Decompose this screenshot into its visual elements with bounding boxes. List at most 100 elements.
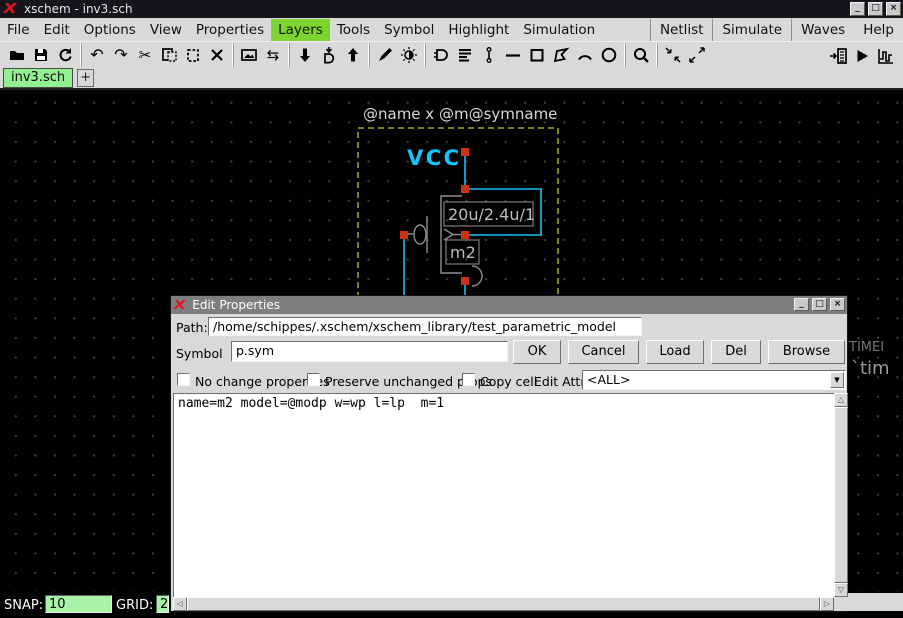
horizontal-scrollbar[interactable]: ◁ ▷ <box>173 597 834 611</box>
paste-button[interactable] <box>181 44 205 67</box>
delete-icon <box>208 46 226 64</box>
link-button[interactable] <box>477 44 501 67</box>
menubar: FileEditOptionsViewPropertiesLayersTools… <box>0 18 903 41</box>
search-button[interactable] <box>629 44 653 67</box>
vcc-net-label[interactable]: VCC <box>407 146 462 170</box>
zoom-compress-button[interactable] <box>661 44 685 67</box>
text-lines-button[interactable] <box>453 44 477 67</box>
draw-button[interactable] <box>373 44 397 67</box>
open-button[interactable] <box>5 44 29 67</box>
new-tab-button[interactable]: + <box>77 69 94 87</box>
cut-button[interactable]: ✂ <box>133 44 157 67</box>
redo-button[interactable]: ↷ <box>109 44 133 67</box>
push-down-icon <box>296 46 314 64</box>
menu-netlist[interactable]: Netlist <box>650 19 713 41</box>
symbol-down-button[interactable] <box>317 44 341 67</box>
maximize-button[interactable]: □ <box>868 2 883 16</box>
edit-attr-value: <ALL> <box>587 372 630 387</box>
wire-button[interactable] <box>501 44 525 67</box>
symbol-input[interactable]: p.sym <box>231 341 508 362</box>
symbol-label: Symbol <box>176 346 223 361</box>
play-button[interactable] <box>850 44 874 67</box>
copy-button[interactable] <box>157 44 181 67</box>
image-button[interactable] <box>237 44 261 67</box>
delete-button[interactable] <box>205 44 229 67</box>
maximize-button[interactable]: □ <box>812 298 827 311</box>
snap-input[interactable]: 10 <box>45 595 112 613</box>
minimize-button[interactable]: _ <box>794 298 809 311</box>
undo-button[interactable]: ↶ <box>85 44 109 67</box>
menu-tools[interactable]: Tools <box>330 19 377 41</box>
swap-icon: ⇆ <box>264 46 282 64</box>
close-button[interactable]: × <box>830 298 845 311</box>
del-button[interactable]: Del <box>711 340 761 364</box>
menu-view[interactable]: View <box>143 19 189 41</box>
scroll-right-icon[interactable]: ▷ <box>820 597 834 611</box>
svg-text:↶: ↶ <box>90 46 103 64</box>
component-button[interactable] <box>429 44 453 67</box>
toolbar: ↶ ↷✂ ⇆ <box>0 41 903 68</box>
grid-input[interactable]: 2 <box>156 595 169 613</box>
swap-button[interactable]: ⇆ <box>261 44 285 67</box>
waves-button[interactable] <box>874 44 898 67</box>
vertical-scrollbar[interactable]: △ ▽ <box>834 393 848 597</box>
circle-button[interactable] <box>597 44 621 67</box>
redo-icon: ↷ <box>112 46 130 64</box>
menu-simulation[interactable]: Simulation <box>516 19 602 41</box>
vertical-scroll-thumb[interactable] <box>834 407 848 583</box>
load-button[interactable]: Load <box>646 340 704 364</box>
clipped-canvas-text-upper: TIMEI <box>849 340 884 355</box>
dialog-button-row: OK Cancel Load Del Browse <box>513 340 845 364</box>
undo-icon: ↶ <box>88 46 106 64</box>
menu-symbol[interactable]: Symbol <box>377 19 441 41</box>
cancel-button[interactable]: Cancel <box>568 340 639 364</box>
dialog-titlebar[interactable]: X Edit Properties _□× <box>171 296 847 314</box>
zoom-expand-button[interactable] <box>685 44 709 67</box>
size-label[interactable]: 20u/2.4u/1 <box>448 205 535 224</box>
preserve-unchanged-props-checkbox[interactable] <box>307 373 320 386</box>
scroll-up-icon[interactable]: △ <box>834 393 848 407</box>
horizontal-scroll-thumb[interactable] <box>187 597 820 611</box>
arc-button[interactable] <box>573 44 597 67</box>
reload-button[interactable] <box>53 44 77 67</box>
menu-options[interactable]: Options <box>77 19 143 41</box>
netlist-button[interactable] <box>826 44 850 67</box>
close-button[interactable]: × <box>886 2 901 16</box>
browse-button[interactable]: Browse <box>768 340 845 364</box>
open-icon <box>8 46 26 64</box>
minimize-button[interactable]: _ <box>850 2 865 16</box>
arc-icon <box>576 46 594 64</box>
scroll-left-icon[interactable]: ◁ <box>173 597 187 611</box>
search-icon <box>632 46 650 64</box>
polygon-button[interactable] <box>549 44 573 67</box>
copy-cell-checkbox[interactable] <box>462 373 475 386</box>
instance-name-label[interactable]: m2 <box>450 243 476 262</box>
menu-waves[interactable]: Waves <box>791 19 854 41</box>
window-title: xschem - inv3.sch <box>24 2 133 16</box>
tab-inv3-sch[interactable]: inv3.sch <box>3 68 73 88</box>
menu-file[interactable]: File <box>0 19 37 41</box>
instance-title-text[interactable]: @name x @m@symname <box>363 105 557 123</box>
pop-up-button[interactable] <box>341 44 365 67</box>
menu-simulate[interactable]: Simulate <box>712 19 791 41</box>
menu-edit[interactable]: Edit <box>37 19 77 41</box>
no-change-properties-checkbox[interactable] <box>177 373 190 386</box>
zoom-expand-icon <box>688 46 706 64</box>
path-input[interactable]: /home/schippes/.xschem/xschem_library/te… <box>208 317 642 336</box>
menu-properties[interactable]: Properties <box>189 19 271 41</box>
push-down-button[interactable] <box>293 44 317 67</box>
combo-dropdown-icon[interactable]: ▼ <box>830 372 844 388</box>
menu-highlight[interactable]: Highlight <box>441 19 516 41</box>
edit-attr-combobox[interactable]: <ALL> ▼ <box>582 370 846 390</box>
rect-button[interactable] <box>525 44 549 67</box>
waves-icon <box>877 47 895 65</box>
properties-textarea[interactable]: name=m2 model=@modp w=wp l=lp m=1 <box>173 393 834 597</box>
menu-layers[interactable]: Layers <box>271 19 330 41</box>
save-button[interactable] <box>29 44 53 67</box>
ok-button[interactable]: OK <box>513 340 561 364</box>
menu-help[interactable]: Help <box>854 19 903 41</box>
scroll-down-icon[interactable]: ▽ <box>834 583 848 597</box>
dialog-title: Edit Properties <box>192 298 280 312</box>
contrast-icon <box>400 46 418 64</box>
contrast-button[interactable] <box>397 44 421 67</box>
